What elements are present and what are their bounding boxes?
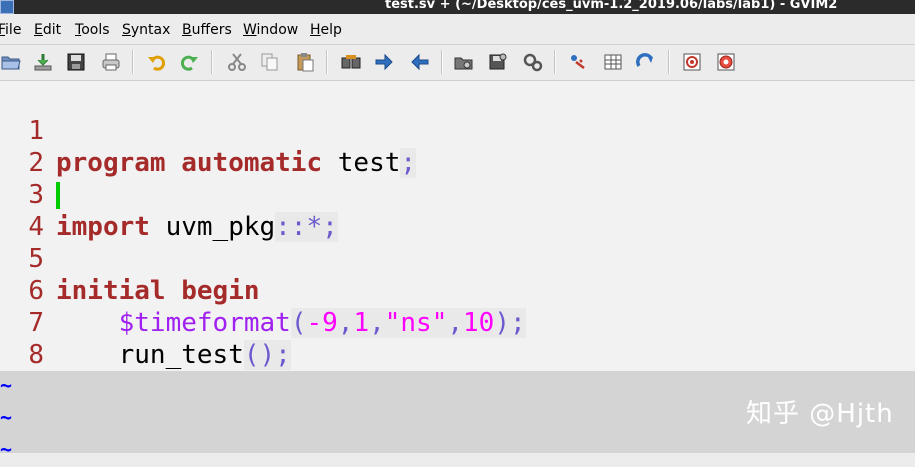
watermark: 知乎 @Hjth — [746, 399, 894, 429]
save-session-icon[interactable] — [487, 51, 509, 73]
code-line: 1 program automatic test; — [0, 83, 417, 178]
menu-syntax[interactable]: Syntax — [122, 22, 170, 38]
code-text: initial begin — [56, 275, 260, 307]
operator: ); — [494, 308, 526, 338]
string-literal: "ns" — [384, 308, 448, 338]
code-line: 5 initial begin — [0, 211, 259, 306]
code-line: 7 run_test(); — [0, 275, 291, 370]
menu-buffers[interactable]: Buffers — [182, 22, 232, 38]
menu-window-label: indow — [256, 22, 299, 38]
code-text: $timeformat(-9,1,"ns",10); — [56, 307, 526, 339]
menu-tools[interactable]: Tools — [75, 22, 110, 38]
end-of-buffer-tilde: ~ — [0, 437, 13, 461]
run-script-icon[interactable] — [522, 51, 544, 73]
operator: , — [369, 308, 385, 338]
menu-syntax-mnemonic: S — [122, 22, 131, 38]
end-of-buffer-area: ~ ~ ~ 知乎 @Hjth — [0, 371, 915, 461]
menu-edit-mnemonic: E — [34, 22, 43, 38]
identifier: run_test — [118, 340, 244, 370]
operator: ; — [400, 148, 417, 178]
title-bar: test.sv + (~/Desktop/ces_uvm-1.2_2019.06… — [0, 0, 915, 14]
shell-icon[interactable] — [602, 51, 624, 73]
number-literal: -9 — [306, 308, 338, 338]
operator: (); — [243, 340, 291, 370]
menu-help-label: elp — [320, 22, 342, 38]
menu-file-label: ile — [5, 22, 22, 38]
code-line: 6 $timeformat(-9,1,"ns",10); — [0, 243, 526, 338]
toolbar-separator — [326, 50, 328, 74]
print-icon[interactable] — [100, 51, 122, 73]
end-of-buffer-tilde: ~ — [0, 373, 13, 397]
menu-edit-label: dit — [42, 22, 62, 38]
code-text: import uvm_pkg::*; — [56, 211, 338, 243]
menu-bar: File Edit Tools Syntax Buffers Window He… — [0, 14, 915, 45]
code-text: run_test(); — [56, 339, 291, 371]
cut-icon[interactable] — [226, 51, 248, 73]
toolbar — [0, 45, 915, 81]
toolbar-separator — [132, 50, 134, 74]
save-icon[interactable] — [32, 51, 54, 73]
number-literal: 10 — [463, 308, 495, 338]
menu-help-mnemonic: H — [310, 22, 321, 38]
toolbar-separator — [668, 50, 670, 74]
operator: ::*; — [275, 212, 338, 242]
text-cursor — [56, 182, 60, 209]
code-line: 3 import uvm_pkg::*; — [0, 147, 338, 242]
menu-window-mnemonic: W — [243, 22, 257, 38]
end-of-buffer-tilde: ~ — [0, 405, 13, 429]
operator: , — [447, 308, 464, 338]
code-line: 2 — [0, 115, 63, 178]
keyword: automatic — [181, 148, 323, 178]
menu-file[interactable]: File — [0, 22, 21, 38]
identifier: test — [337, 148, 401, 178]
keyword: program — [56, 148, 166, 178]
operator: ( — [290, 308, 307, 338]
keyword: import — [56, 212, 150, 242]
toolbar-separator — [554, 50, 556, 74]
code-line: 8 end — [0, 307, 103, 402]
toolbar-separator — [441, 50, 443, 74]
menu-tools-label: ools — [81, 22, 110, 38]
window-title: test.sv + (~/Desktop/ces_uvm-1.2_2019.06… — [385, 0, 838, 12]
help-icon[interactable] — [681, 51, 703, 73]
find-help-icon[interactable] — [715, 51, 737, 73]
number-literal: 1 — [353, 308, 370, 338]
paste-icon[interactable] — [294, 51, 316, 73]
keyword: initial — [56, 276, 166, 306]
gvim-app-icon[interactable] — [0, 0, 14, 14]
menu-syntax-label: yntax — [130, 22, 171, 38]
menu-buffers-mnemonic: B — [182, 22, 192, 38]
find-previous-icon[interactable] — [409, 51, 431, 73]
system-function: $timeformat — [118, 308, 291, 338]
make-icon[interactable] — [567, 51, 589, 73]
open-icon[interactable] — [0, 51, 22, 73]
code-text: program automatic test; — [56, 147, 417, 179]
code-line: 9 endprogram — [0, 339, 212, 434]
menu-window[interactable]: Window — [243, 22, 298, 38]
menu-help[interactable]: Help — [310, 22, 342, 38]
keyword: begin — [181, 276, 260, 306]
copy-icon[interactable] — [259, 51, 281, 73]
identifier: uvm_pkg — [165, 212, 276, 242]
code-line: 4 — [0, 179, 120, 242]
toolbar-separator — [211, 50, 213, 74]
find-next-icon[interactable] — [373, 51, 395, 73]
find-replace-icon[interactable] — [340, 51, 362, 73]
redo-icon[interactable] — [178, 51, 200, 73]
menu-edit[interactable]: Edit — [34, 22, 61, 38]
undo-icon[interactable] — [146, 51, 168, 73]
menu-buffers-label: uffers — [191, 22, 232, 38]
operator: , — [337, 308, 354, 338]
editor-buffer[interactable]: 1 program automatic test; 2 3 import uvm… — [0, 81, 915, 434]
save-all-icon[interactable] — [65, 51, 87, 73]
load-session-icon[interactable] — [453, 51, 475, 73]
tag-jump-icon[interactable] — [635, 51, 657, 73]
